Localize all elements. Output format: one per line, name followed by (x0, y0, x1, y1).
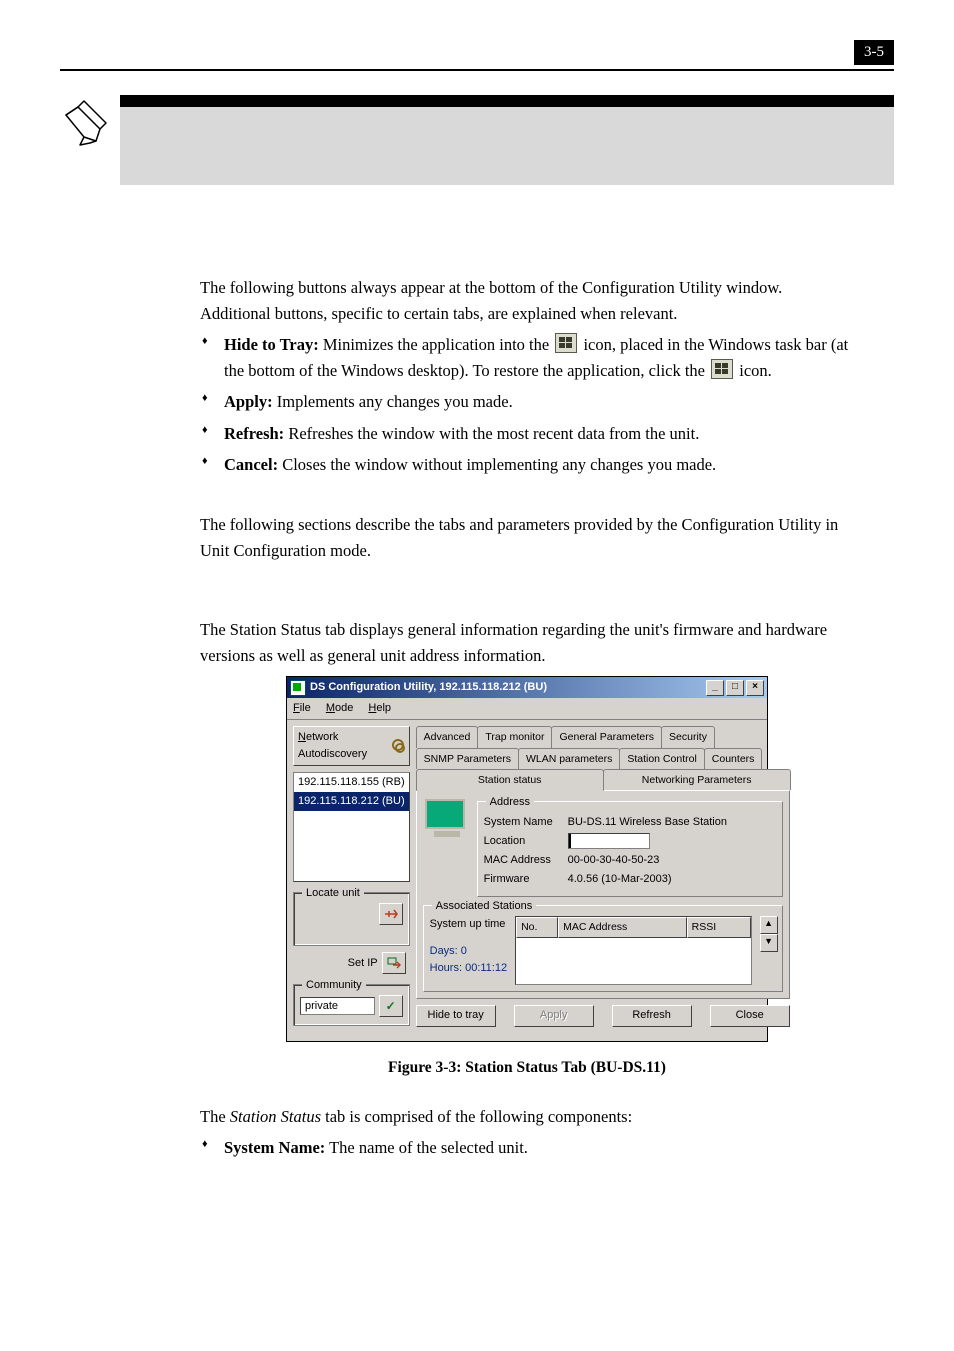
mac-address-label: MAC Address (484, 852, 568, 869)
close-button[interactable]: Close (710, 1005, 790, 1027)
associated-stations-title: Associated Stations (432, 898, 537, 915)
location-input[interactable] (568, 833, 650, 849)
refresh-text: Refreshes the window with the most recen… (284, 424, 699, 443)
hide-text-a: Minimizes the application into the (319, 335, 554, 354)
locate-unit-title: Locate unit (302, 885, 364, 902)
set-ip-label: Set IP (348, 955, 378, 972)
refresh-label: Refresh: (224, 424, 284, 443)
apply-text: Implements any changes you made. (273, 392, 513, 411)
hide-to-tray-button[interactable]: Hide to tray (416, 1005, 496, 1027)
close-window-button[interactable]: × (746, 680, 764, 696)
station-status-italic: Station Status (230, 1107, 321, 1126)
tab-advanced[interactable]: Advanced (416, 726, 479, 747)
scroll-up-button[interactable]: ▲ (760, 916, 778, 934)
location-label: Location (484, 833, 568, 850)
address-group: Address System Name BU-DS.11 Wireless Ba… (477, 801, 783, 897)
tray-icon (555, 333, 577, 353)
tab-general-parameters[interactable]: General Parameters (551, 726, 662, 747)
tab-wlan-parameters[interactable]: WLAN parameters (518, 748, 620, 769)
note-body (120, 95, 894, 185)
tab-security[interactable]: Security (661, 726, 715, 747)
hide-to-tray-label: Hide to Tray: (224, 335, 319, 354)
note-pen-icon (60, 95, 120, 151)
scroll-down-button[interactable]: ▼ (760, 934, 778, 952)
minimize-button[interactable]: _ (706, 680, 724, 696)
tab-trap-monitor[interactable]: Trap monitor (477, 726, 552, 747)
address-title: Address (486, 794, 534, 811)
config-utility-window: DS Configuration Utility, 192.115.118.21… (286, 676, 768, 1041)
menu-file[interactable]: File (293, 702, 311, 714)
community-title: Community (302, 977, 366, 994)
app-icon (290, 680, 306, 696)
menubar[interactable]: File Mode Help (287, 698, 767, 720)
community-group: Community private ✓ (293, 984, 410, 1026)
tray-icon (711, 359, 733, 379)
firmware-label: Firmware (484, 871, 568, 888)
tab-station-status[interactable]: Station status (416, 769, 604, 791)
gears-icon (392, 739, 405, 753)
tab-station-control[interactable]: Station Control (619, 748, 704, 769)
titlebar[interactable]: DS Configuration Utility, 192.115.118.21… (287, 677, 767, 698)
table-scrollbar[interactable]: ▲ ▼ (760, 916, 776, 952)
window-title: DS Configuration Utility, 192.115.118.21… (310, 679, 547, 696)
intro-paragraph: The following buttons always appear at t… (200, 275, 854, 326)
menu-help[interactable]: Help (368, 702, 391, 714)
tab-networking-parameters[interactable]: Networking Parameters (603, 769, 791, 790)
col-no[interactable]: No. (516, 917, 558, 937)
community-ok-button[interactable]: ✓ (379, 995, 403, 1017)
tab-counters[interactable]: Counters (704, 748, 763, 769)
cancel-text: Closes the window without implementing a… (278, 455, 716, 474)
system-name-bullet-label: System Name: (224, 1138, 325, 1157)
maximize-button[interactable]: □ (726, 680, 744, 696)
section-paragraph: The following sections describe the tabs… (200, 512, 854, 563)
apply-label: Apply: (224, 392, 273, 411)
firmware-value: 4.0.56 (10-Mar-2003) (568, 871, 672, 888)
system-name-bullet-text: The name of the selected unit. (325, 1138, 528, 1157)
system-name-label: System Name (484, 814, 568, 831)
community-input[interactable]: private (300, 997, 375, 1015)
page-number: 3-5 (854, 40, 894, 65)
page-rule (60, 69, 894, 71)
locate-unit-group: Locate unit (293, 892, 410, 946)
unit-list[interactable]: 192.115.118.155 (RB) 192.115.118.212 (BU… (293, 772, 410, 882)
hide-text-c: icon. (735, 361, 772, 380)
network-autodiscovery-button[interactable]: Network Autodiscovery (293, 726, 410, 766)
tab-snmp-parameters[interactable]: SNMP Parameters (416, 748, 519, 769)
col-rssi[interactable]: RSSI (687, 917, 751, 937)
locate-button[interactable] (379, 903, 403, 925)
menu-mode[interactable]: Mode (326, 702, 354, 714)
mac-address-value: 00-00-30-40-50-23 (568, 852, 660, 869)
uptime-days: Days: 0 (430, 943, 507, 960)
uptime-hours: Hours: 00:11:12 (430, 960, 507, 977)
system-name-value: BU-DS.11 Wireless Base Station (568, 814, 727, 831)
button-descriptions-list: Hide to Tray: Minimizes the application … (200, 332, 854, 478)
list-item[interactable]: 192.115.118.212 (BU) (294, 792, 409, 811)
system-uptime-label: System up time (430, 916, 507, 933)
after-figure-paragraph: The Station Status tab is comprised of t… (200, 1104, 854, 1130)
apply-button[interactable]: Apply (514, 1005, 594, 1027)
monitor-icon (425, 799, 469, 839)
station-paragraph: The Station Status tab displays general … (200, 617, 854, 668)
col-mac[interactable]: MAC Address (558, 917, 687, 937)
station-status-panel: Address System Name BU-DS.11 Wireless Ba… (416, 790, 790, 998)
figure-caption: Figure 3-3: Station Status Tab (BU-DS.11… (200, 1056, 854, 1080)
list-item[interactable]: 192.115.118.155 (RB) (294, 773, 409, 792)
set-ip-button[interactable] (382, 952, 406, 974)
associated-stations-table[interactable]: No. MAC Address RSSI (515, 916, 752, 984)
autodiscovery-label: Network Autodiscovery (298, 729, 388, 763)
associated-stations-group: Associated Stations System up time Days:… (423, 905, 783, 991)
cancel-label: Cancel: (224, 455, 278, 474)
refresh-button[interactable]: Refresh (612, 1005, 692, 1027)
